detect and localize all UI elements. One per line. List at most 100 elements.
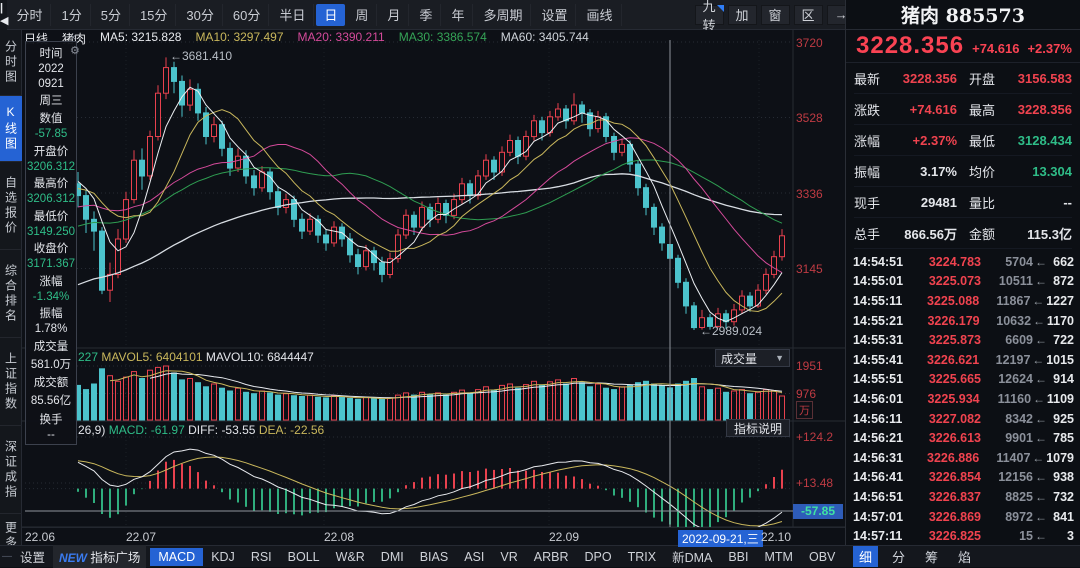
tape-count: 1079 <box>1046 451 1074 465</box>
bottom-toolbar: — 设置 NEW 指标广场 MACDKDJRSIBOLLW&RDMIBIASAS… <box>0 545 845 567</box>
period-button-多周期[interactable]: 多周期 <box>475 4 531 26</box>
indicator-tab-TRIX[interactable]: TRIX <box>620 548 664 566</box>
indicator-tab-OBV[interactable]: OBV <box>801 548 843 566</box>
indicator-tab-BBI[interactable]: BBI <box>720 548 756 566</box>
tape-time: 14:57:11 <box>853 529 913 543</box>
sidebar-item-自选报价[interactable]: 自选报价 <box>0 162 22 250</box>
quote-value: 3228.356 <box>894 71 963 86</box>
indicator-tab-ARBR[interactable]: ARBR <box>526 548 577 566</box>
left-arrow-icon: ← <box>1033 529 1049 543</box>
indicator-tab-新DMA[interactable]: 新DMA <box>664 545 720 568</box>
indicator-help-button[interactable]: 指标说明 <box>726 419 790 437</box>
period-button-年[interactable]: 年 <box>443 4 473 26</box>
sidebar-item-分时图[interactable]: 分时图 <box>0 30 22 96</box>
quote-value: 3156.583 <box>1009 71 1072 86</box>
price-row: 3228.356 +74.616 +2.37% <box>846 30 1080 63</box>
info-panel-row: 成交额 <box>26 374 76 390</box>
left-arrow-icon: ← <box>1033 412 1049 426</box>
tape-tab-筹[interactable]: 筹 <box>919 546 944 567</box>
ma-header-item: MA20: 3390.211 <box>298 30 385 44</box>
resize-handle[interactable]: — <box>2 551 12 562</box>
mavol10-label: MAVOL10: <box>206 350 264 364</box>
info-panel-row: 3206.312 <box>26 161 76 173</box>
tape-price: 3227.082 <box>913 412 981 426</box>
tape-price: 3226.621 <box>912 353 979 367</box>
period-button-30分[interactable]: 30分 <box>178 4 222 26</box>
info-panel-row: -1.34% <box>26 291 76 303</box>
indicator-tab-W&R[interactable]: W&R <box>328 548 373 566</box>
gear-icon[interactable]: ⚙ <box>70 46 80 57</box>
quote-label: 涨幅 <box>854 131 894 150</box>
period-button-分时[interactable]: 分时 <box>8 4 51 26</box>
tape-row: 14:55:113225.08811867←1227 <box>853 291 1074 311</box>
period-button-半日[interactable]: 半日 <box>271 4 314 26</box>
indicator-tab-DPO[interactable]: DPO <box>576 548 619 566</box>
tape-count: 1109 <box>1047 392 1074 406</box>
indicator-tab-BIAS[interactable]: BIAS <box>412 548 457 566</box>
add-button[interactable]: 加 <box>728 5 757 25</box>
indicator-tabs: MACDKDJRSIBOLLW&RDMIBIASASIVRARBRDPOTRIX… <box>150 545 885 568</box>
period-button-日[interactable]: 日 <box>316 4 345 26</box>
indicator-tab-MACD[interactable]: MACD <box>150 548 203 566</box>
indicator-tab-ASI[interactable]: ASI <box>456 548 492 566</box>
period-button-周[interactable]: 周 <box>347 4 377 26</box>
sidebar-item-综合排名[interactable]: 综合排名 <box>0 250 22 338</box>
indicator-tab-MTM[interactable]: MTM <box>757 548 801 566</box>
period-button-5分[interactable]: 5分 <box>93 4 130 26</box>
indicator-tab-DMI[interactable]: DMI <box>373 548 412 566</box>
zone-button[interactable]: 区 <box>794 5 823 25</box>
indicator-plaza-button[interactable]: NEW 指标广场 <box>53 545 146 568</box>
tape-price: 3226.825 <box>913 529 981 543</box>
period-button-1分[interactable]: 1分 <box>53 4 90 26</box>
diff-value: -53.55 <box>221 423 255 437</box>
sidebar-item-K线图[interactable]: K线图 <box>0 96 22 162</box>
nine-turn-button[interactable]: 九转 <box>695 5 724 25</box>
tape-tab-焰[interactable]: 焰 <box>952 546 977 567</box>
macd-value: -61.97 <box>151 423 185 437</box>
axis-tick-label: +124.2 <box>796 430 833 444</box>
x-axis-label: 22.09 <box>549 530 579 544</box>
tape-count: 3 <box>1049 529 1074 543</box>
period-button-月[interactable]: 月 <box>379 4 409 26</box>
period-button-画线[interactable]: 画线 <box>578 4 621 26</box>
price-change-pct: +2.37% <box>1027 41 1071 56</box>
ma-header-item: MA60: 3405.744 <box>501 30 589 44</box>
tape-row: 14:55:513225.66512624←914 <box>853 370 1074 390</box>
indicator-settings-button[interactable]: 设置 <box>12 545 53 568</box>
tape-price: 3225.934 <box>912 392 979 406</box>
time-sales-list[interactable]: 14:54:513224.7835704←66214:55:013225.073… <box>845 250 1080 545</box>
tape-row: 14:54:513224.7835704←662 <box>853 252 1074 272</box>
indicator-tab-KDJ[interactable]: KDJ <box>203 548 243 566</box>
indicator-tab-BOLL[interactable]: BOLL <box>280 548 328 566</box>
sidebar-item-深证成指[interactable]: 深证成指 <box>0 426 22 514</box>
quote-value: +74.616 <box>894 102 963 117</box>
tape-tab-细[interactable]: 细 <box>853 546 878 567</box>
info-panel-row: -57.85 <box>26 128 76 140</box>
quote-label: 量比 <box>969 193 1009 212</box>
tape-tab-分[interactable]: 分 <box>886 546 911 567</box>
collapse-icon[interactable]: |◀ <box>0 0 7 30</box>
ma-header-item: MA10: 3297.497 <box>195 30 283 44</box>
tape-volume: 8972 <box>981 510 1033 524</box>
sidebar-item-上证指数[interactable]: 上证指数 <box>0 338 22 426</box>
left-arrow-icon: ← <box>1033 255 1049 269</box>
period-button-季[interactable]: 季 <box>411 4 441 26</box>
close-icon[interactable]: × <box>70 33 80 44</box>
quote-row: 最新3228.356开盘3156.583 <box>854 63 1072 94</box>
volume-indicator-selector[interactable]: 成交量 ▼ <box>715 349 790 367</box>
left-arrow-icon: ← <box>1033 274 1049 288</box>
info-panel-row: 成交量 <box>26 338 76 354</box>
quote-value: -- <box>1009 195 1072 210</box>
candlestick-chart[interactable]: ←3681.410←2989.024 <box>22 30 845 545</box>
axis-tick-label: 976 <box>796 387 816 401</box>
period-button-设置[interactable]: 设置 <box>533 4 576 26</box>
period-button-15分[interactable]: 15分 <box>132 4 176 26</box>
indicator-tab-VR[interactable]: VR <box>492 548 525 566</box>
tape-volume: 6609 <box>981 333 1033 347</box>
period-button-60分[interactable]: 60分 <box>225 4 269 26</box>
indicator-tab-RSI[interactable]: RSI <box>243 548 280 566</box>
macd-params: 26,9) <box>78 423 105 437</box>
tape-price: 3225.073 <box>913 274 981 288</box>
window-button[interactable]: 窗 <box>761 5 790 25</box>
info-panel-row: 85.56亿 <box>26 392 76 408</box>
